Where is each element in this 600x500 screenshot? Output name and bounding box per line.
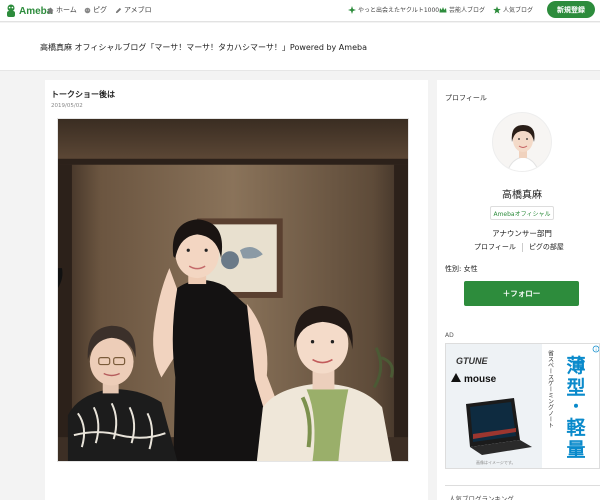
ranking-section[interactable]: 人気ブログランキング: [445, 485, 600, 500]
profile-section-label: プロフィール: [445, 94, 487, 102]
profile-category[interactable]: アナウンサー部門: [437, 228, 600, 239]
pencil-icon: [115, 7, 122, 13]
ad-label: AD: [445, 332, 454, 339]
profile-name[interactable]: 高橋真麻: [437, 186, 600, 201]
post-photo-image: [58, 119, 408, 461]
ad-headline-3: ・: [568, 397, 584, 416]
nav-famous-blog[interactable]: 芸能人ブログ: [439, 5, 485, 14]
nav-amebro[interactable]: アメブロ: [115, 5, 152, 15]
home-icon: [47, 6, 54, 14]
official-badge: Amebaオフィシャル: [490, 206, 554, 220]
sparkle-icon: [348, 5, 356, 14]
nav-pigg[interactable]: ピグ: [84, 5, 107, 15]
nav-yakult[interactable]: やっと出会えたヤクルト1000: [348, 5, 439, 14]
post-title[interactable]: トークショー後は: [51, 89, 115, 100]
ameba-logo-icon: [7, 4, 15, 17]
signup-button[interactable]: 新規登録: [547, 1, 595, 18]
ameba-logo[interactable]: Ameba: [5, 3, 52, 19]
profile-links: プロフィール ピグの部屋: [474, 242, 564, 252]
nav-popular-blog[interactable]: 人気ブログ: [493, 5, 533, 14]
pigg-room-link[interactable]: ピグの部屋: [529, 242, 564, 252]
svg-text:i: i: [595, 347, 596, 352]
blog-title[interactable]: 高橋真麻 オフィシャルブログ「マーサ！マーサ！タカハシマーサ！」Powered …: [40, 42, 367, 53]
nav-pigg-label: ピグ: [93, 6, 107, 14]
ad-brand: GTUNE: [456, 356, 488, 366]
profile-link[interactable]: プロフィール: [474, 242, 516, 252]
ad-headline: 薄: [566, 355, 585, 377]
avatar[interactable]: [492, 112, 552, 172]
nav-yakult-label: やっと出会えたヤクルト1000: [358, 7, 440, 14]
blog-header: 高橋真麻 オフィシャルブログ「マーサ！マーサ！タカハシマーサ！」Powered …: [0, 23, 600, 71]
nav-home[interactable]: ホーム: [47, 5, 77, 15]
ad-maker: mouse: [464, 374, 497, 385]
follow-button[interactable]: ＋フォロー: [464, 281, 579, 306]
ad-banner-image: GTUNE mouse 画像はイメージです。 薄 型 ・ 軽 量 省スペースゲー…: [446, 344, 599, 468]
link-divider: [521, 242, 523, 252]
ad-headline-5: 量: [566, 439, 585, 461]
post-date: 2019/05/02: [51, 103, 83, 109]
ad-banner[interactable]: GTUNE mouse 画像はイメージです。 薄 型 ・ 軽 量 省スペースゲー…: [445, 343, 600, 469]
article-card: トークショー後は 2019/05/02: [45, 80, 428, 500]
avatar-image: [493, 113, 551, 171]
nav-famous-blog-label: 芸能人ブログ: [449, 7, 486, 14]
nav-popular-blog-label: 人気ブログ: [503, 7, 534, 14]
profile-gender: 性別: 女性: [445, 265, 478, 273]
post-photo[interactable]: [57, 118, 409, 462]
ad-headline-4: 軽: [566, 417, 586, 439]
pigg-icon: [84, 7, 91, 13]
crown-icon: [439, 6, 447, 12]
global-header: Ameba ホーム ピグ アメブロ やっと出会えたヤクルト1000 芸能人ブログ…: [0, 0, 600, 22]
ad-note: 画像はイメージです。: [476, 459, 516, 465]
nav-amebro-label: アメブロ: [124, 6, 152, 14]
nav-home-label: ホーム: [56, 6, 77, 14]
ad-headline-2: 型: [566, 376, 585, 399]
sidebar: プロフィール 高橋真麻 Amebaオフィシャル アナウンサー部門 プロフィール …: [437, 80, 600, 500]
star-icon: [493, 5, 501, 14]
ad-subtitle: 省スペースゲーミングノート: [547, 349, 554, 428]
